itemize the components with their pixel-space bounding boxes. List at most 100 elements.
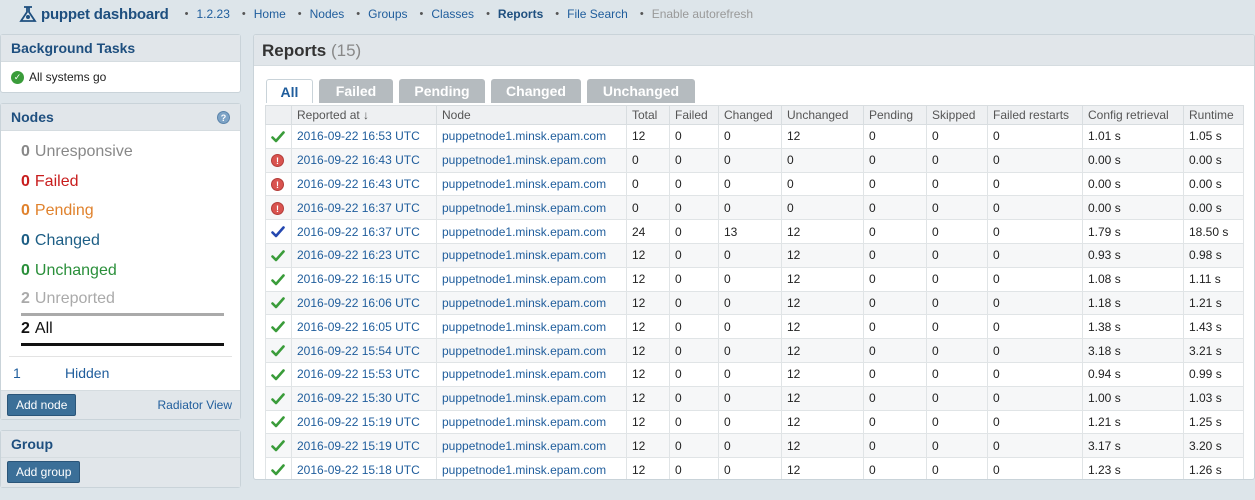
cell-value: 0 bbox=[993, 391, 1000, 406]
nav-enable-autorefresh: • Enable autorefresh bbox=[640, 7, 753, 21]
column-header: Unchanged bbox=[781, 105, 864, 125]
cell-value: 12 bbox=[632, 414, 646, 429]
cell-changed: 0 bbox=[718, 361, 782, 387]
node-stat-unchanged[interactable]: 0 Unchanged bbox=[21, 256, 224, 286]
report-link[interactable]: 2016-09-22 15:53 UTC bbox=[297, 367, 420, 381]
cell-runtime: 0.00 s bbox=[1183, 195, 1244, 221]
cell-failed-restarts: 0 bbox=[987, 195, 1083, 221]
tab-unchanged[interactable]: Unchanged bbox=[587, 79, 695, 103]
column-header[interactable]: Reported at ↓ bbox=[291, 105, 437, 125]
cell-value: 12 bbox=[787, 319, 801, 334]
cell-skipped: 0 bbox=[926, 457, 988, 479]
nav-nodes[interactable]: • Nodes bbox=[298, 7, 345, 21]
cell-value: 0 bbox=[675, 391, 682, 406]
cell-config-retrieval: 0.94 s bbox=[1082, 361, 1184, 387]
nav-home[interactable]: • Home bbox=[242, 7, 286, 21]
node-link[interactable]: puppetnode1.minsk.epam.com bbox=[442, 248, 606, 262]
node-link[interactable]: puppetnode1.minsk.epam.com bbox=[442, 439, 606, 453]
node-link[interactable]: puppetnode1.minsk.epam.com bbox=[442, 391, 606, 405]
report-link[interactable]: 2016-09-22 16:06 UTC bbox=[297, 296, 420, 310]
cell-skipped: 0 bbox=[926, 195, 988, 221]
report-link[interactable]: 2016-09-22 15:19 UTC bbox=[297, 439, 420, 453]
tab-failed[interactable]: Failed bbox=[319, 79, 393, 103]
node-link[interactable]: puppetnode1.minsk.epam.com bbox=[442, 201, 606, 215]
table-row: 2016-09-22 16:23 UTC puppetnode1.minsk.ep… bbox=[265, 242, 1244, 268]
cell-value: 0 bbox=[675, 295, 682, 310]
report-link[interactable]: 2016-09-22 16:53 UTC bbox=[297, 129, 420, 143]
blue-check-icon bbox=[271, 225, 285, 239]
cell-value: 0 bbox=[869, 343, 876, 358]
tab-all[interactable]: All bbox=[266, 79, 313, 103]
report-link[interactable]: 2016-09-22 15:54 UTC bbox=[297, 344, 420, 358]
node-link[interactable]: puppetnode1.minsk.epam.com bbox=[442, 153, 606, 167]
table-row: 2016-09-22 15:19 UTC puppetnode1.minsk.ep… bbox=[265, 433, 1244, 459]
cell-total: 12 bbox=[626, 242, 670, 268]
node-link[interactable]: puppetnode1.minsk.epam.com bbox=[442, 129, 606, 143]
report-link[interactable]: 2016-09-22 16:43 UTC bbox=[297, 177, 420, 191]
nav-label: File Search bbox=[567, 7, 628, 21]
add-group-button[interactable]: Add group bbox=[7, 461, 81, 484]
cell-config-retrieval: 1.21 s bbox=[1082, 409, 1184, 435]
add-node-button[interactable]: Add node bbox=[7, 393, 77, 416]
node-link[interactable]: puppetnode1.minsk.epam.com bbox=[442, 177, 606, 191]
nav-file-search[interactable]: • File Search bbox=[555, 7, 628, 21]
report-link[interactable]: 2016-09-22 16:37 UTC bbox=[297, 201, 420, 215]
cell-reported-at: 2016-09-22 16:43 UTC bbox=[291, 147, 437, 173]
cell-value: 0.00 s bbox=[1189, 153, 1222, 168]
nav-classes[interactable]: • Classes bbox=[420, 7, 475, 21]
cell-value: 0 bbox=[675, 462, 682, 477]
report-link[interactable]: 2016-09-22 16:43 UTC bbox=[297, 153, 420, 167]
cell-changed: 13 bbox=[718, 219, 782, 244]
cell-config-retrieval: 0.00 s bbox=[1082, 195, 1184, 221]
node-link[interactable]: puppetnode1.minsk.epam.com bbox=[442, 272, 606, 286]
nav-reports[interactable]: • Reports bbox=[486, 7, 543, 21]
table-row: 2016-09-22 16:15 UTC puppetnode1.minsk.ep… bbox=[265, 266, 1244, 292]
report-link[interactable]: 2016-09-22 16:05 UTC bbox=[297, 320, 420, 334]
cell-value: 0 bbox=[632, 176, 639, 191]
cell-value: 0 bbox=[932, 272, 939, 287]
tab-changed[interactable]: Changed bbox=[491, 79, 581, 103]
report-link[interactable]: 2016-09-22 15:19 UTC bbox=[297, 415, 420, 429]
node-link[interactable]: puppetnode1.minsk.epam.com bbox=[442, 463, 606, 477]
node-link[interactable]: puppetnode1.minsk.epam.com bbox=[442, 344, 606, 358]
help-icon[interactable]: ? bbox=[217, 110, 230, 124]
cell-node: puppetnode1.minsk.epam.com bbox=[436, 147, 627, 173]
cell-value: 1.21 s bbox=[1088, 414, 1121, 429]
node-stat-pending[interactable]: 0 Pending bbox=[21, 197, 224, 227]
radiator-view-link[interactable]: Radiator View bbox=[158, 398, 232, 412]
cell-unchanged: 12 bbox=[781, 457, 864, 479]
report-link[interactable]: 2016-09-22 16:23 UTC bbox=[297, 248, 420, 262]
cell-node: puppetnode1.minsk.epam.com bbox=[436, 124, 627, 149]
node-link[interactable]: puppetnode1.minsk.epam.com bbox=[442, 320, 606, 334]
node-stat-unresponsive[interactable]: 0 Unresponsive bbox=[21, 137, 224, 167]
cell-unchanged: 12 bbox=[781, 290, 864, 316]
cell-pending: 0 bbox=[863, 361, 927, 387]
node-link[interactable]: puppetnode1.minsk.epam.com bbox=[442, 296, 606, 310]
node-stat-changed[interactable]: 0 Changed bbox=[21, 226, 224, 256]
bullet-icon: • bbox=[555, 8, 560, 20]
cell-failed: 0 bbox=[669, 266, 719, 292]
cell-total: 12 bbox=[626, 314, 670, 340]
report-link[interactable]: 2016-09-22 16:15 UTC bbox=[297, 272, 420, 286]
node-stat-label: Failed bbox=[34, 172, 79, 190]
nav-groups[interactable]: • Groups bbox=[356, 7, 407, 21]
report-link[interactable]: 2016-09-22 15:30 UTC bbox=[297, 391, 420, 405]
hidden-nodes-link[interactable]: 1 Hidden bbox=[9, 355, 232, 390]
report-link[interactable]: 2016-09-22 15:18 UTC bbox=[297, 463, 420, 477]
cell-total: 12 bbox=[626, 409, 670, 435]
report-link[interactable]: 2016-09-22 16:37 UTC bbox=[297, 225, 420, 239]
tab-pending[interactable]: Pending bbox=[399, 79, 485, 103]
node-link[interactable]: puppetnode1.minsk.epam.com bbox=[442, 415, 606, 429]
node-stat-unreported[interactable]: 2 Unreported bbox=[21, 286, 224, 316]
logo[interactable]: puppet dashboard bbox=[18, 5, 169, 23]
node-link[interactable]: puppetnode1.minsk.epam.com bbox=[442, 367, 606, 381]
cell-value: 0 bbox=[724, 414, 731, 429]
node-link[interactable]: puppetnode1.minsk.epam.com bbox=[442, 225, 606, 239]
node-stat-failed[interactable]: 0 Failed bbox=[21, 167, 224, 197]
cell-changed: 0 bbox=[718, 171, 782, 197]
cell-changed: 0 bbox=[718, 457, 782, 479]
cell-config-retrieval: 3.17 s bbox=[1082, 433, 1184, 459]
version-label: • 1.2.23 bbox=[185, 7, 230, 21]
node-stat-all[interactable]: 2 All bbox=[21, 316, 224, 346]
cell-value: 3.20 s bbox=[1189, 438, 1222, 453]
